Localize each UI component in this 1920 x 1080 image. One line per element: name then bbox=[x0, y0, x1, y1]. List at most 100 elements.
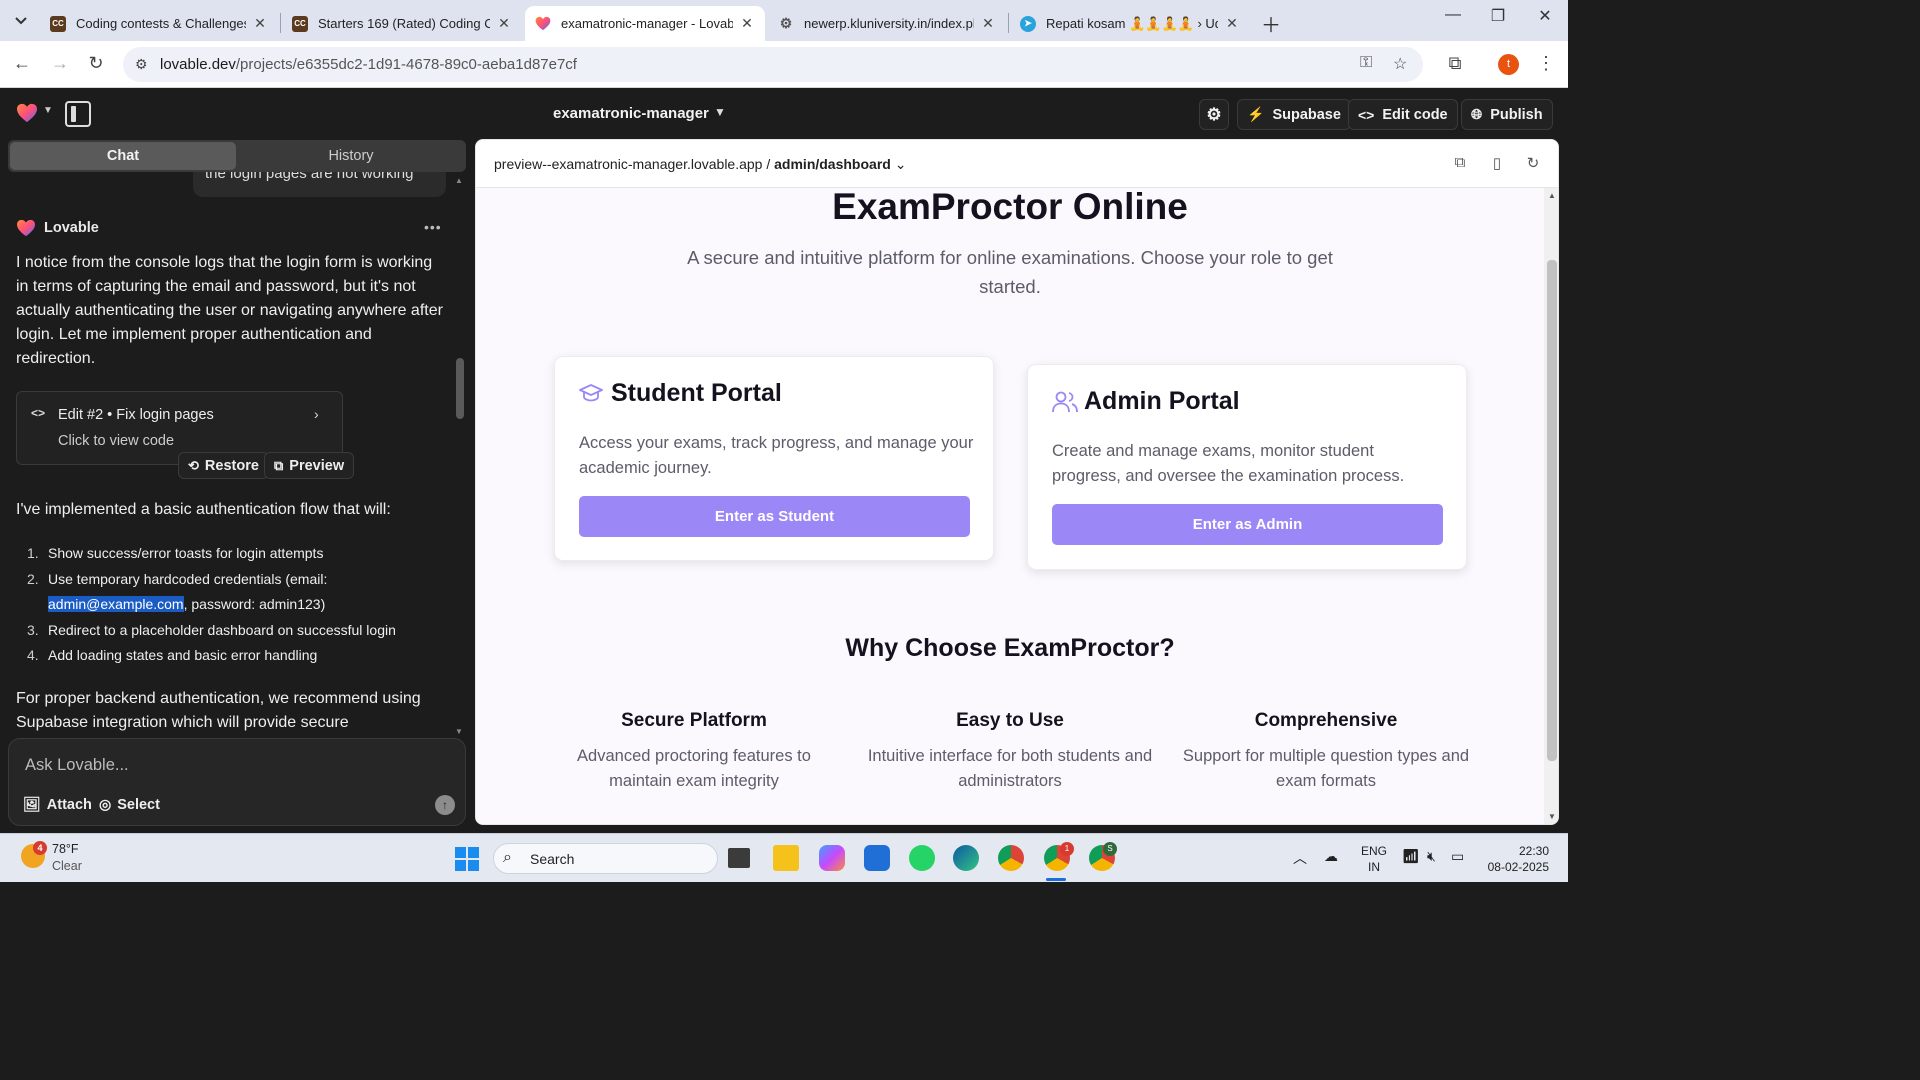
url-input[interactable]: ⚙ lovable.dev/projects/e6355dc2-1d91-467… bbox=[123, 47, 1423, 82]
weather-temp[interactable]: 78°F bbox=[52, 842, 79, 856]
speaker-muted-icon[interactable]: 🔇︎ bbox=[1427, 848, 1436, 865]
close-window-button[interactable]: ✕ bbox=[1522, 6, 1568, 26]
publish-button[interactable]: 🌐︎ Publish bbox=[1461, 99, 1553, 130]
enter-as-student-button[interactable]: Enter as Student bbox=[579, 496, 970, 537]
browser-tab-active[interactable]: examatronic-manager - Lovable ✕ bbox=[525, 6, 765, 41]
extensions-icon[interactable]: ⧉ bbox=[1443, 53, 1467, 74]
tab-title: Repati kosam 🧘🧘🧘🧘 › Ud bbox=[1046, 15, 1218, 31]
profile-avatar[interactable]: t bbox=[1498, 54, 1519, 75]
browser-tab-5[interactable]: ➤ Repati kosam 🧘🧘🧘🧘 › Ud ✕ bbox=[1010, 6, 1250, 41]
browser-tab-4[interactable]: ⚙ newerp.kluniversity.in/index.ph ✕ bbox=[768, 6, 1006, 41]
chevron-down-icon[interactable]: ▼ bbox=[714, 105, 726, 119]
forward-arrow-icon[interactable]: → bbox=[48, 53, 72, 74]
chat-input[interactable]: Ask Lovable... bbox=[25, 756, 129, 775]
mobile-view-icon[interactable]: ▯ bbox=[1487, 154, 1507, 172]
preview-label: Preview bbox=[289, 457, 345, 474]
new-tab-button[interactable]: ＋ bbox=[1261, 9, 1281, 38]
enter-as-admin-button[interactable]: Enter as Admin bbox=[1052, 504, 1443, 545]
active-app-indicator bbox=[1046, 878, 1066, 881]
preview-scrollbar[interactable]: ▲ ▼ bbox=[1544, 188, 1558, 824]
list-item-text: Add loading states and basic error handl… bbox=[48, 647, 318, 663]
refresh-icon[interactable]: ↻ bbox=[1523, 154, 1543, 172]
settings-button[interactable]: ⚙ bbox=[1199, 99, 1229, 130]
start-tile bbox=[455, 860, 466, 871]
windows-start-icon[interactable] bbox=[455, 847, 479, 871]
wifi-icon[interactable]: 📶︎ bbox=[1402, 848, 1420, 865]
portal-description: Create and manage exams, monitor student… bbox=[1052, 442, 1405, 485]
tab-chat[interactable]: Chat bbox=[10, 142, 236, 170]
copilot-icon[interactable] bbox=[819, 845, 845, 871]
preview-button[interactable]: ⧉ Preview bbox=[264, 452, 355, 479]
preview-url[interactable]: preview--examatronic-manager.lovable.app… bbox=[494, 156, 906, 173]
clock-time: 22:30 bbox=[1518, 844, 1549, 858]
system-clock[interactable]: 22:30 08-02-2025 bbox=[1479, 843, 1549, 875]
minimize-button[interactable]: — bbox=[1430, 6, 1476, 24]
list-item-text: Redirect to a placeholder dashboard on s… bbox=[48, 621, 396, 638]
browser-tab-1[interactable]: CC Coding contests & Challenges ✕ bbox=[40, 6, 278, 41]
tab-title: examatronic-manager - Lovable bbox=[561, 16, 733, 31]
scroll-down-arrow-icon[interactable]: ▼ bbox=[455, 727, 463, 736]
assistant-message: I've implemented a basic authentication … bbox=[16, 501, 391, 518]
scrollbar-thumb[interactable] bbox=[1547, 260, 1557, 761]
send-arrow-icon[interactable]: ↑ bbox=[435, 795, 455, 815]
bookmark-star-icon[interactable]: ☆ bbox=[1393, 54, 1407, 74]
implementation-list: 1. Show success/error toasts for login at… bbox=[16, 541, 446, 669]
close-icon[interactable]: ✕ bbox=[1224, 15, 1240, 32]
select-button[interactable]: ◎ Select bbox=[99, 796, 160, 813]
open-external-icon[interactable]: ⧉ bbox=[1450, 154, 1470, 171]
battery-icon[interactable]: ▭ bbox=[1451, 848, 1464, 865]
language-code: ENG bbox=[1361, 844, 1388, 858]
chat-scrollbar[interactable] bbox=[456, 358, 464, 419]
preview-panel: preview--examatronic-manager.lovable.app… bbox=[475, 139, 1559, 825]
more-options-icon[interactable]: ••• bbox=[424, 219, 442, 235]
chrome-icon[interactable] bbox=[998, 845, 1024, 871]
browser-tab-2[interactable]: CC Starters 169 (Rated) Coding Co ✕ bbox=[282, 6, 522, 41]
project-name[interactable]: examatronic-manager bbox=[553, 105, 709, 122]
portal-title: Student Portal bbox=[611, 379, 782, 407]
scroll-down-arrow-icon[interactable]: ▼ bbox=[1548, 812, 1556, 821]
close-icon[interactable]: ✕ bbox=[980, 15, 996, 32]
reload-icon[interactable]: ↻ bbox=[84, 53, 108, 74]
list-number: 3. bbox=[27, 621, 39, 638]
taskbar-search[interactable]: ⌕ Search bbox=[493, 843, 718, 874]
list-number: 2. bbox=[27, 570, 39, 587]
tab-history[interactable]: History bbox=[238, 142, 464, 170]
attach-button[interactable]: 🖼︎ Attach bbox=[23, 796, 92, 813]
scroll-up-arrow-icon[interactable]: ▲ bbox=[455, 176, 463, 185]
list-item-text: Use temporary hardcoded credentials (ema… bbox=[48, 570, 328, 587]
lovable-logo-icon[interactable] bbox=[16, 103, 38, 123]
site-settings-icon[interactable]: ⚙ bbox=[135, 56, 148, 73]
whatsapp-icon[interactable] bbox=[909, 845, 935, 871]
supabase-button[interactable]: ⚡ Supabase bbox=[1237, 99, 1351, 130]
close-icon[interactable]: ✕ bbox=[739, 15, 755, 32]
chevron-down-icon[interactable]: ▼ bbox=[43, 105, 53, 116]
chrome-badge: 1 bbox=[1060, 842, 1074, 856]
region-code: IN bbox=[1368, 860, 1380, 874]
feature-title: Easy to Use bbox=[956, 710, 1064, 731]
tab-search-button[interactable] bbox=[8, 8, 34, 34]
back-arrow-icon[interactable]: ← bbox=[10, 53, 34, 74]
scroll-up-arrow-icon[interactable]: ▲ bbox=[1548, 191, 1556, 200]
highlighted-email[interactable]: admin@example.com bbox=[48, 596, 184, 612]
password-key-icon[interactable]: ⚿ bbox=[1360, 54, 1372, 72]
list-item: 1. Show success/error toasts for login at… bbox=[16, 541, 446, 567]
menu-dots-icon[interactable]: ⋮ bbox=[1534, 53, 1558, 74]
store-icon[interactable] bbox=[864, 845, 890, 871]
restore-window-button[interactable]: ❐ bbox=[1475, 6, 1521, 26]
language-indicator[interactable]: ENG IN bbox=[1361, 843, 1387, 875]
edge-icon[interactable] bbox=[953, 845, 979, 871]
sidebar-toggle-icon[interactable] bbox=[65, 101, 91, 127]
assistant-message: For proper backend authentication, we re… bbox=[16, 690, 421, 731]
weather-state[interactable]: Clear bbox=[52, 859, 82, 873]
chevron-up-icon[interactable]: ︿ bbox=[1293, 848, 1307, 868]
start-tile bbox=[468, 860, 479, 871]
edit-code-button[interactable]: <> Edit code bbox=[1348, 99, 1458, 130]
browser-tab-strip: CC Coding contests & Challenges ✕ CC Sta… bbox=[0, 0, 1568, 41]
select-label: Select bbox=[117, 796, 160, 813]
network-app-icon[interactable]: ☁ bbox=[1324, 848, 1338, 865]
task-view-icon[interactable] bbox=[728, 848, 750, 868]
close-icon[interactable]: ✕ bbox=[252, 15, 268, 32]
restore-button[interactable]: ⟲ Restore bbox=[178, 452, 269, 479]
close-icon[interactable]: ✕ bbox=[496, 15, 512, 32]
file-explorer-icon[interactable] bbox=[773, 845, 799, 871]
